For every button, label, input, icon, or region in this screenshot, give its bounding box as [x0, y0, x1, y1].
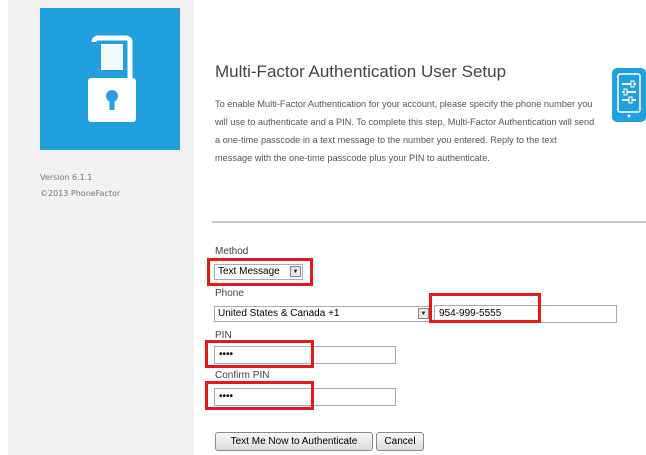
method-highlight [207, 258, 313, 286]
phone-label: Phone [215, 288, 244, 299]
version-info: Version 6.1.1 ©2013 PhoneFactor [40, 170, 120, 202]
phone-highlight [429, 293, 541, 323]
chevron-down-icon[interactable]: ▼ [418, 308, 429, 319]
phone-settings-icon [612, 68, 646, 122]
confirm-pin-highlight [205, 381, 314, 410]
page-title: Multi-Factor Authentication User Setup [215, 62, 507, 81]
confirm-pin-label: Confirm PIN [215, 370, 270, 381]
cancel-button[interactable]: Cancel [376, 432, 424, 451]
pin-highlight [205, 340, 314, 368]
method-label: Method [215, 246, 249, 257]
phone-padlock-icon [88, 35, 136, 122]
intro-text: To enable Multi-Factor Authentication fo… [215, 99, 595, 163]
country-select[interactable]: United States & Canada +1 ▼ [214, 306, 431, 322]
copyright-text: ©2013 PhoneFactor [40, 189, 121, 198]
phonefactor-logo [40, 8, 180, 150]
left-panel: Version 6.1.1 ©2013 PhoneFactor [8, 0, 194, 455]
version-text: Version 6.1.1 [40, 173, 93, 182]
authenticate-button[interactable]: Text Me Now to Authenticate [215, 432, 373, 451]
country-value: United States & Canada +1 [218, 308, 340, 319]
section-divider [212, 221, 646, 223]
